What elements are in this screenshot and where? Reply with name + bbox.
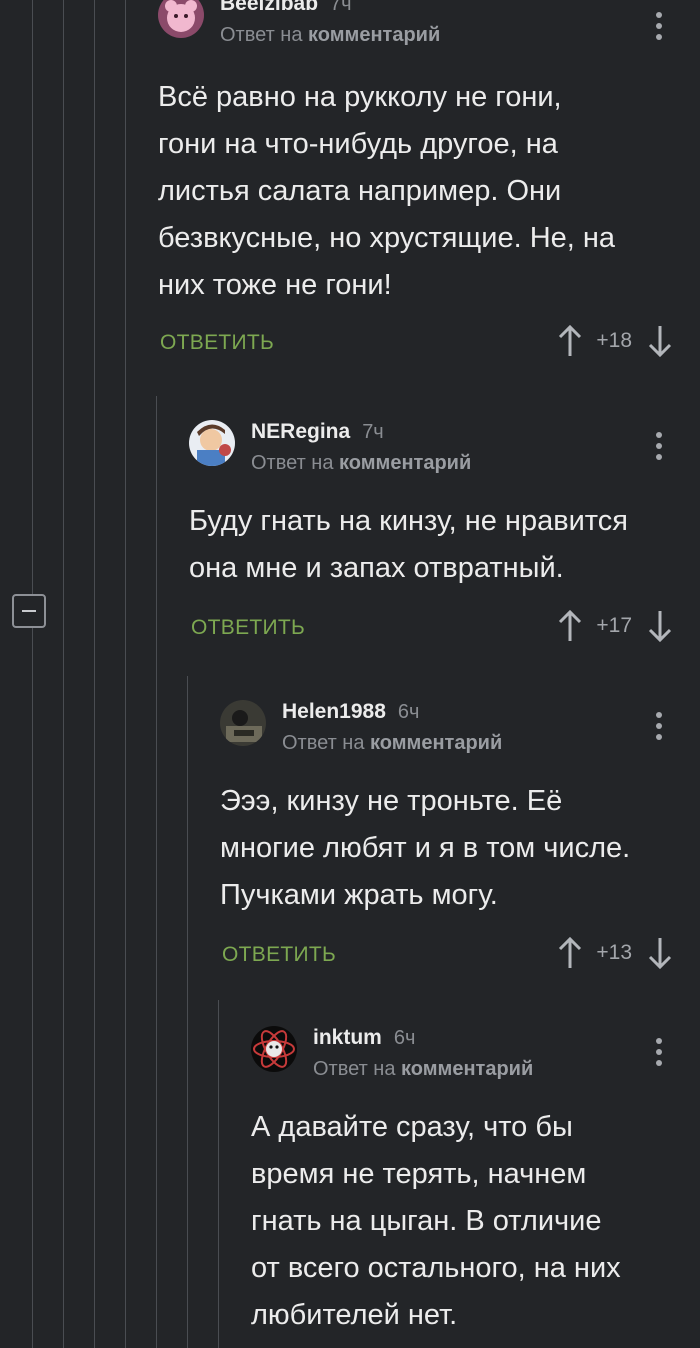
avatar[interactable]	[158, 0, 204, 38]
username[interactable]: Beelzibab 7ч	[220, 0, 352, 16]
upvote-arrow-icon[interactable]	[556, 936, 584, 970]
thread-line	[94, 0, 95, 1348]
reply-to-label: Ответ на комментарий	[251, 452, 472, 474]
more-options-icon[interactable]	[656, 12, 662, 42]
avatar[interactable]	[189, 420, 235, 466]
comment-rating: +13	[596, 941, 632, 964]
thread-line	[156, 396, 157, 1348]
username[interactable]: NERegina 7ч	[251, 420, 384, 444]
reply-to-link[interactable]: комментарий	[308, 24, 440, 46]
downvote-arrow-icon[interactable]	[646, 324, 674, 358]
reply-button[interactable]: ОТВЕТИТЬ	[222, 943, 336, 967]
reply-to-label: Ответ на комментарий	[282, 732, 503, 754]
downvote-arrow-icon[interactable]	[646, 609, 674, 643]
username[interactable]: Helen1988 6ч	[282, 700, 419, 724]
comment-rating: +17	[596, 614, 632, 637]
vote-controls: +18	[556, 321, 674, 361]
thread-line	[218, 1000, 219, 1348]
comment: inktum 6ч Ответ на комментарий А давайте …	[251, 1026, 700, 1339]
reply-to-label: Ответ на комментарий	[313, 1058, 534, 1080]
reply-button[interactable]: ОТВЕТИТЬ	[160, 331, 274, 355]
more-options-icon[interactable]	[656, 1038, 662, 1068]
reply-to-link[interactable]: комментарий	[370, 732, 502, 754]
vote-controls: +17	[556, 606, 674, 646]
reply-to-link[interactable]: комментарий	[401, 1058, 533, 1080]
thread-line	[32, 0, 33, 1348]
more-options-icon[interactable]	[656, 712, 662, 742]
collapse-thread-button[interactable]	[12, 594, 46, 628]
comment-time: 7ч	[330, 0, 352, 15]
comment-time: 7ч	[362, 421, 384, 443]
username[interactable]: inktum 6ч	[313, 1026, 415, 1050]
thread-line	[63, 0, 64, 1348]
more-options-icon[interactable]	[656, 432, 662, 462]
downvote-arrow-icon[interactable]	[646, 936, 674, 970]
comment-rating: +18	[596, 329, 632, 352]
comment-text: Всё равно на рукколу не гони, гони на чт…	[158, 81, 616, 301]
comment-time: 6ч	[393, 1027, 416, 1049]
reply-to-label: Ответ на комментарий	[220, 24, 441, 46]
vote-controls: +13	[556, 933, 674, 973]
comment: Beelzibab 7ч Ответ на комментарий Всё рав…	[158, 0, 700, 375]
reply-button[interactable]: ОТВЕТИТЬ	[191, 616, 305, 640]
reply-to-link[interactable]: комментарий	[339, 452, 471, 474]
thread-line	[125, 0, 126, 1348]
avatar[interactable]	[251, 1026, 297, 1072]
comment: NERegina 7ч Ответ на комментарий Буду гна…	[189, 420, 700, 660]
upvote-arrow-icon[interactable]	[556, 609, 584, 643]
thread-line	[187, 676, 188, 1348]
comment-text: А давайте сразу, что бы время не терять,…	[251, 1111, 621, 1331]
comment-text: Эээ, кинзу не троньте. Её многие любят и…	[220, 785, 631, 911]
comment-time: 6ч	[397, 701, 420, 723]
comment-text: Буду гнать на кинзу, не нравится она мне…	[189, 505, 628, 584]
comment: Helen1988 6ч Ответ на комментарий Эээ, ки…	[220, 700, 700, 987]
avatar[interactable]	[220, 700, 266, 746]
upvote-arrow-icon[interactable]	[556, 324, 584, 358]
